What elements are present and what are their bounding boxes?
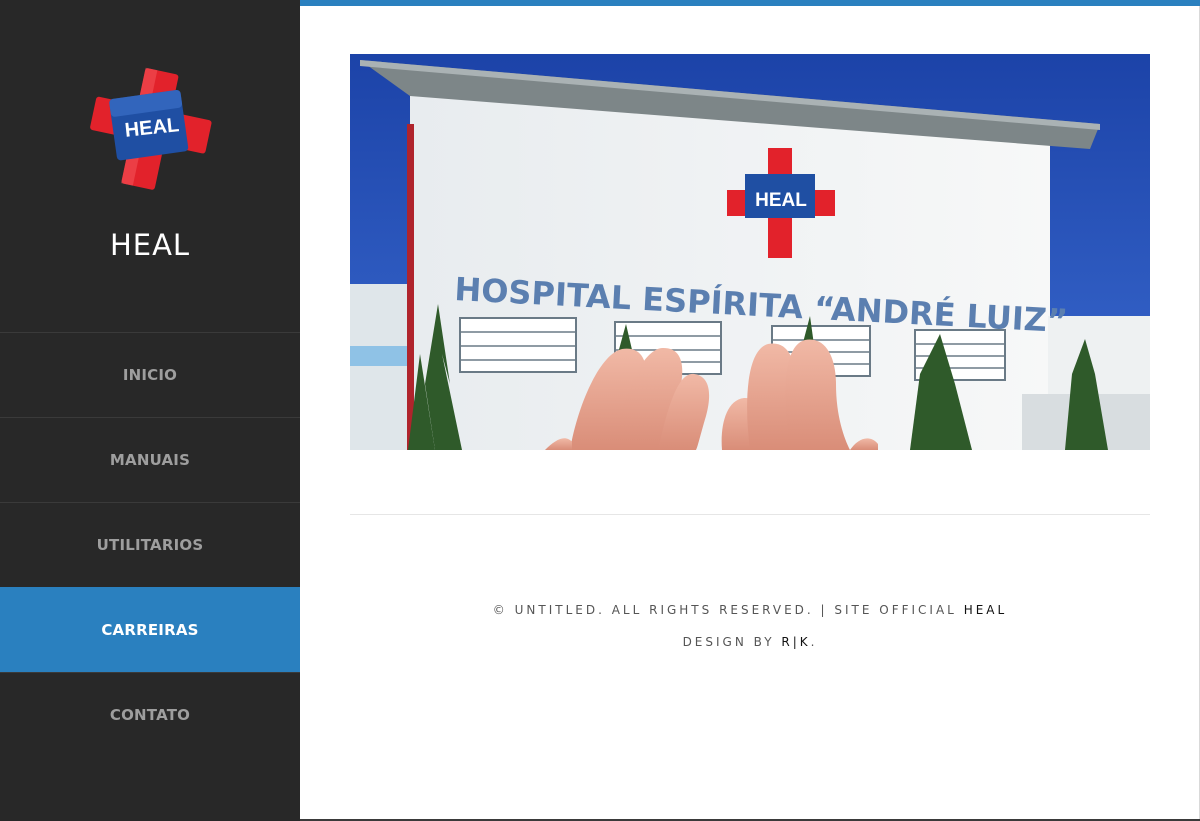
designer-link[interactable]: R|K bbox=[781, 635, 810, 649]
design-by-text: DESIGN BY bbox=[682, 635, 782, 649]
nav-item-carreiras[interactable]: CARREIRAS bbox=[0, 587, 300, 672]
nav-item-inicio[interactable]: INICIO bbox=[0, 332, 300, 417]
top-accent-bar bbox=[300, 0, 1200, 6]
heal-logo-icon: HEAL bbox=[90, 67, 212, 190]
sidebar: HEAL HEAL INICIO MANUAIS UTILITARIOS CAR… bbox=[0, 0, 300, 821]
nav-item-contato[interactable]: CONTATO bbox=[0, 672, 300, 757]
hospital-photo: HEAL HOSPITAL ESPÍRITA “ANDRÉ LUIZ” bbox=[350, 54, 1150, 450]
footer-credits: DESIGN BY R|K. bbox=[350, 635, 1150, 649]
footer-copyright: © UNTITLED. ALL RIGHTS RESERVED. | SITE … bbox=[350, 603, 1150, 617]
site-title[interactable]: HEAL bbox=[0, 228, 300, 262]
footer-site-link[interactable]: HEAL bbox=[964, 603, 1008, 617]
nav-item-utilitarios[interactable]: UTILITARIOS bbox=[0, 502, 300, 587]
design-suffix: . bbox=[810, 635, 818, 649]
nav-item-manuais[interactable]: MANUAIS bbox=[0, 417, 300, 502]
copyright-text: © UNTITLED. ALL RIGHTS RESERVED. | SITE … bbox=[492, 603, 964, 617]
hero-image: HEAL HOSPITAL ESPÍRITA “ANDRÉ LUIZ” bbox=[350, 54, 1150, 450]
svg-text:HEAL: HEAL bbox=[755, 190, 807, 211]
content-divider bbox=[350, 514, 1150, 515]
heal-logo[interactable]: HEAL bbox=[85, 64, 215, 194]
main-nav: INICIO MANUAIS UTILITARIOS CARREIRAS CON… bbox=[0, 332, 300, 757]
